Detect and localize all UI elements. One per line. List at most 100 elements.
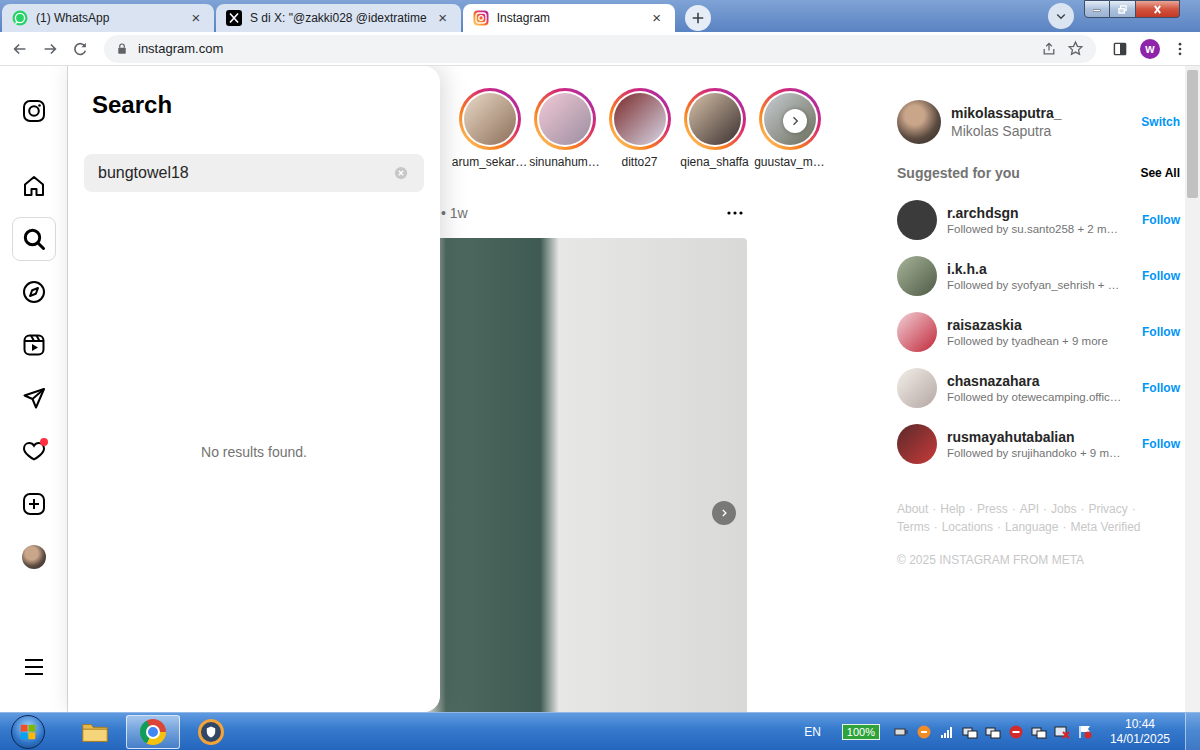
- address-bar[interactable]: instagram.com: [104, 35, 1096, 63]
- taskbar-app[interactable]: [126, 715, 180, 749]
- scrollbar[interactable]: [1185, 66, 1200, 712]
- story-username[interactable]: guustav_m…: [754, 155, 825, 169]
- follow-button[interactable]: Follow: [1142, 269, 1180, 283]
- browser-tab[interactable]: Instagram×: [463, 4, 675, 32]
- tray-icon[interactable]: [962, 724, 978, 740]
- nav-item[interactable]: [12, 535, 56, 579]
- footer-link[interactable]: Privacy: [1088, 502, 1127, 516]
- battery-indicator[interactable]: 100%: [842, 724, 880, 740]
- tab-search-button[interactable]: [1048, 3, 1074, 29]
- nav-item[interactable]: [12, 323, 56, 367]
- reload-button[interactable]: [66, 35, 94, 63]
- story-username[interactable]: sinunahum…: [529, 155, 600, 169]
- tray-icon[interactable]: [985, 724, 1001, 740]
- new-tab-button[interactable]: [685, 5, 711, 31]
- story[interactable]: qiena_shaffa: [677, 88, 752, 169]
- search-query[interactable]: bungtowel18: [98, 164, 189, 182]
- tab-close-button[interactable]: ×: [649, 10, 665, 26]
- tray-icon[interactable]: [1031, 724, 1047, 740]
- profile-button[interactable]: w: [1136, 35, 1164, 63]
- lock-icon[interactable]: [116, 42, 128, 55]
- story-username[interactable]: qiena_shaffa: [680, 155, 749, 169]
- browser-tab[interactable]: S di X: "@zakki028 @idextratime×: [216, 4, 461, 32]
- account-avatar[interactable]: [897, 100, 941, 144]
- footer-link[interactable]: Language: [1005, 520, 1058, 534]
- footer-link[interactable]: Terms: [897, 520, 930, 534]
- nav-item[interactable]: [12, 429, 56, 473]
- language-indicator[interactable]: EN: [804, 725, 821, 739]
- tray-icon[interactable]: [1054, 724, 1070, 740]
- story[interactable]: sinunahum…: [527, 88, 602, 169]
- start-button[interactable]: [0, 715, 56, 749]
- suggestion-avatar[interactable]: [897, 424, 937, 464]
- follow-button[interactable]: Follow: [1142, 381, 1180, 395]
- suggestion-avatar[interactable]: [897, 200, 937, 240]
- story[interactable]: arum_sekar…: [452, 88, 527, 169]
- more-options-icon[interactable]: [723, 201, 747, 225]
- stories-next-button[interactable]: [783, 109, 807, 133]
- tray-icon[interactable]: [1077, 724, 1093, 740]
- instagram-logo[interactable]: [12, 89, 56, 133]
- footer-link[interactable]: About: [897, 502, 928, 516]
- footer-link[interactable]: Jobs: [1051, 502, 1076, 516]
- forward-button[interactable]: [36, 35, 64, 63]
- scrollbar-thumb[interactable]: [1187, 70, 1198, 198]
- minimize-button[interactable]: [1084, 0, 1110, 18]
- photo-next-button[interactable]: [712, 501, 736, 525]
- clock[interactable]: 10:4414/01/2025: [1100, 717, 1178, 747]
- footer-link[interactable]: Locations: [942, 520, 993, 534]
- suggestion-avatar[interactable]: [897, 312, 937, 352]
- show-desktop-button[interactable]: [1185, 713, 1200, 750]
- windows-logo-icon[interactable]: [11, 715, 45, 749]
- profile-avatar[interactable]: w: [1140, 39, 1160, 59]
- menu-button[interactable]: [1166, 35, 1194, 63]
- account-username[interactable]: mikolassaputra_: [951, 105, 1131, 121]
- bookmark-star-icon[interactable]: [1067, 40, 1084, 57]
- nav-item[interactable]: [12, 482, 56, 526]
- footer-link[interactable]: Meta Verified: [1070, 520, 1140, 534]
- nav-item[interactable]: [12, 164, 56, 208]
- story[interactable]: ditto27: [602, 88, 677, 169]
- suggestion-username[interactable]: chasnazahara: [947, 373, 1132, 389]
- browser-tab[interactable]: (1) WhatsApp×: [2, 4, 214, 32]
- close-button[interactable]: [1136, 0, 1180, 18]
- switch-button[interactable]: Switch: [1141, 115, 1180, 129]
- taskbar-app[interactable]: [184, 715, 238, 749]
- footer-link[interactable]: Help: [940, 502, 965, 516]
- suggestion-username[interactable]: rusmayahutabalian: [947, 429, 1132, 445]
- follow-button[interactable]: Follow: [1142, 325, 1180, 339]
- tab-close-button[interactable]: ×: [435, 10, 451, 26]
- back-button[interactable]: [6, 35, 34, 63]
- tray-icon[interactable]: [939, 724, 955, 740]
- story-ring[interactable]: [534, 88, 596, 150]
- story-username[interactable]: arum_sekar…: [452, 155, 527, 169]
- tray-icon[interactable]: [1008, 724, 1024, 740]
- side-panel-button[interactable]: [1106, 35, 1134, 63]
- post-time[interactable]: • 1w: [441, 205, 468, 221]
- tray-icon[interactable]: [893, 724, 909, 740]
- story-username[interactable]: ditto27: [621, 155, 657, 169]
- follow-button[interactable]: Follow: [1142, 437, 1180, 451]
- address-text[interactable]: instagram.com: [138, 41, 223, 56]
- suggestion-username[interactable]: r.archdsgn: [947, 205, 1132, 221]
- tray-icon[interactable]: [916, 724, 932, 740]
- story-ring[interactable]: [684, 88, 746, 150]
- restore-button[interactable]: [1110, 0, 1136, 18]
- profile-avatar[interactable]: [22, 545, 46, 569]
- nav-item[interactable]: [12, 217, 56, 261]
- footer-link[interactable]: API: [1020, 502, 1039, 516]
- more-menu-button[interactable]: [12, 645, 56, 689]
- story-ring[interactable]: [459, 88, 521, 150]
- nav-item[interactable]: [12, 270, 56, 314]
- follow-button[interactable]: Follow: [1142, 213, 1180, 227]
- clear-icon[interactable]: [394, 166, 408, 180]
- see-all-button[interactable]: See All: [1140, 166, 1180, 180]
- footer-link[interactable]: Press: [977, 502, 1008, 516]
- search-input[interactable]: bungtowel18: [84, 154, 424, 192]
- suggestion-avatar[interactable]: [897, 368, 937, 408]
- tab-close-button[interactable]: ×: [188, 10, 204, 26]
- share-icon[interactable]: [1041, 41, 1057, 57]
- taskbar-app[interactable]: [68, 715, 122, 749]
- story-ring[interactable]: [609, 88, 671, 150]
- nav-item[interactable]: [12, 376, 56, 420]
